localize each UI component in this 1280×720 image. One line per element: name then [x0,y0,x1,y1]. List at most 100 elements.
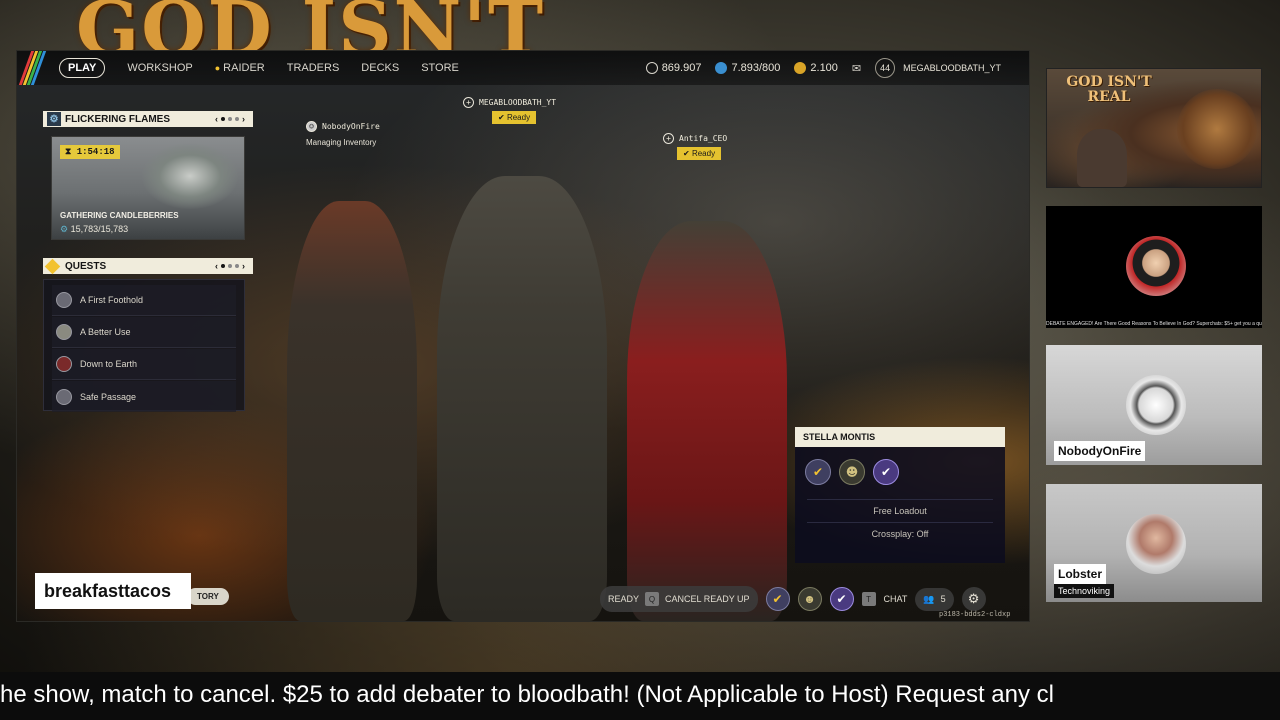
hourglass-icon: ⧗ [65,147,77,157]
map-name: STELLA MONTIS [795,427,1005,447]
plus-icon[interactable]: + [463,97,474,108]
quests-header-label: QUESTS [65,260,107,272]
project-header[interactable]: ⚙ FLICKERING FLAMES ‹ › [43,111,253,127]
resource-icon: ⚙ [60,224,71,234]
pager-dot [228,264,232,268]
key-t: T [861,592,876,606]
quest-item[interactable]: Safe Passage [52,381,236,412]
lobster-avatar [1126,514,1186,574]
player-name-row: + Antifa_CEO [663,133,727,144]
bottom-ticker: he show, match to cancel. $25 to add deb… [0,672,1280,720]
plus-icon[interactable]: + [663,133,674,144]
ready-badge: ✔ Ready [677,147,722,160]
profile-display[interactable]: 44 MEGABLOODBATH_YT [875,58,1001,78]
candleberry-bush-image [142,143,238,209]
quest-label: A First Foothold [80,295,144,305]
quest-giver-icon [56,356,72,372]
player-name: Antifa_CEO [679,134,728,143]
thumbnail-creature-image [1177,89,1257,169]
chevron-right-icon[interactable]: › [242,261,245,271]
player-ready-row: ✔ Ready [663,144,727,160]
tokens-display: 7.893/800 [715,62,780,74]
chevron-left-icon[interactable]: ‹ [215,261,218,271]
ready-label: Ready [691,149,716,158]
cam-name-tag: Lobster [1054,564,1107,584]
quest-item[interactable]: A First Foothold [52,285,236,316]
project-pager[interactable]: ‹ › [215,114,245,124]
raider-icon: ● [214,63,221,73]
thumbnail-title: GOD ISN'T REAL [1066,74,1152,105]
character-left [287,201,417,621]
free-loadout-button[interactable]: Free Loadout [807,499,993,522]
coins-icon [794,62,807,74]
tokens-icon [715,62,728,74]
profile-username: MEGABLOODBATH_YT [903,63,1001,73]
player-ready-check-icon: ✔ [765,587,790,611]
ready-label: READY [608,594,640,604]
credits-display: 869.907 [645,62,702,74]
player-name: NobodyOnFire [322,122,380,131]
character-center [437,176,607,621]
history-button[interactable]: TORY [187,588,229,605]
quest-label: Down to Earth [80,359,138,369]
credits-icon [645,62,658,74]
mail-icon[interactable]: ✉ [852,62,861,75]
nav-workshop[interactable]: WORKSHOP [127,62,192,74]
player-avatar-icon: ☺ [306,121,317,132]
player-tag-antifa-ceo: + Antifa_CEO ✔ Ready [663,133,727,160]
main-nav: PLAY WORKSHOP ● RAIDER TRADERS DECKS STOR… [59,58,459,78]
level-badge: 44 [875,58,896,78]
game-window: PLAY WORKSHOP ● RAIDER TRADERS DECKS STOR… [16,50,1030,622]
player-ready-check-icon: ✔ [805,459,831,485]
cam-name-tag: NobodyOnFire [1054,441,1146,461]
player-ready-row: ✔ Ready [463,108,556,124]
project-card[interactable]: ⧗ 1:54:18 GATHERING CANDLEBERRIES ⚙ 15,7… [51,136,245,240]
squad-panel: STELLA MONTIS ✔ ☻ ✔ Free Loadout Crosspl… [795,427,1005,563]
thumbnail-person-image [1077,129,1127,187]
credits-value: 869.907 [661,62,702,74]
nav-store[interactable]: STORE [421,62,459,74]
crossplay-toggle[interactable]: Crossplay: Off [807,522,993,545]
pager-dot [235,264,239,268]
settings-gear-icon[interactable]: ⚙ [961,587,986,611]
player-ready-check-icon: ✔ [873,459,899,485]
project-timer: ⧗ 1:54:18 [60,145,120,159]
webcam-feed-host: DEBATE ENGAGED! Are There Good Reasons T… [1046,206,1262,328]
session-id: p3183-bdds2-cldxp [939,611,1011,619]
player-status: Managing Inventory [306,138,377,147]
nav-decks[interactable]: DECKS [361,62,399,74]
chat-button[interactable]: CHAT [884,594,908,604]
webcam-feed-nobodyonfire: NobodyOnFire [1046,345,1262,465]
quests-pager[interactable]: ‹ › [215,261,245,271]
project-progress: ⚙ 15,783/15,783 [60,224,128,235]
check-icon: ✔ [498,113,507,122]
check-icon: ✔ [683,149,692,158]
chevron-left-icon[interactable]: ‹ [215,114,218,124]
chevron-right-icon[interactable]: › [242,114,245,124]
quest-diamond-icon [44,258,61,274]
nav-play[interactable]: PLAY [59,58,106,78]
streamer-name-card: breakfasttacos [35,573,191,609]
webcam-feed-lobster: Lobster Technoviking [1046,484,1262,602]
quest-item[interactable]: A Better Use [52,317,236,348]
player-name-row: ☺ NobodyOnFire [306,121,380,132]
party-icon: 👥 [923,593,935,604]
pager-dot [228,117,232,121]
quests-header[interactable]: QUESTS ‹ › [43,258,253,274]
ready-cancel-bar[interactable]: READY Q CANCEL READY UP [600,586,758,612]
cancel-ready-button[interactable]: CANCEL READY UP [665,594,750,604]
nav-traders[interactable]: TRADERS [287,62,340,74]
nav-raider[interactable]: ● RAIDER [215,62,265,74]
ready-badge: ✔ Ready [492,111,537,124]
player-tag-megabloodbath: + MEGABLOODBATH_YT ✔ Ready [463,97,556,124]
project-timer-value: 1:54:18 [76,147,115,157]
bottom-controls: READY Q CANCEL READY UP ✔ ☻ ✔ T CHAT 👥 5 … [600,586,986,612]
quest-list: A First Foothold A Better Use Down to Ea… [43,279,245,412]
quest-item[interactable]: Down to Earth [52,349,236,380]
party-button[interactable]: 👥 5 [915,587,954,611]
game-topbar: PLAY WORKSHOP ● RAIDER TRADERS DECKS STOR… [17,51,1029,85]
pager-dot [221,117,225,121]
currency-bar: 869.907 7.893/800 2.100 ✉ 44 MEGABLOODBAT… [645,58,1001,78]
pager-dot [221,264,225,268]
nav-raider-label: RAIDER [223,62,265,74]
